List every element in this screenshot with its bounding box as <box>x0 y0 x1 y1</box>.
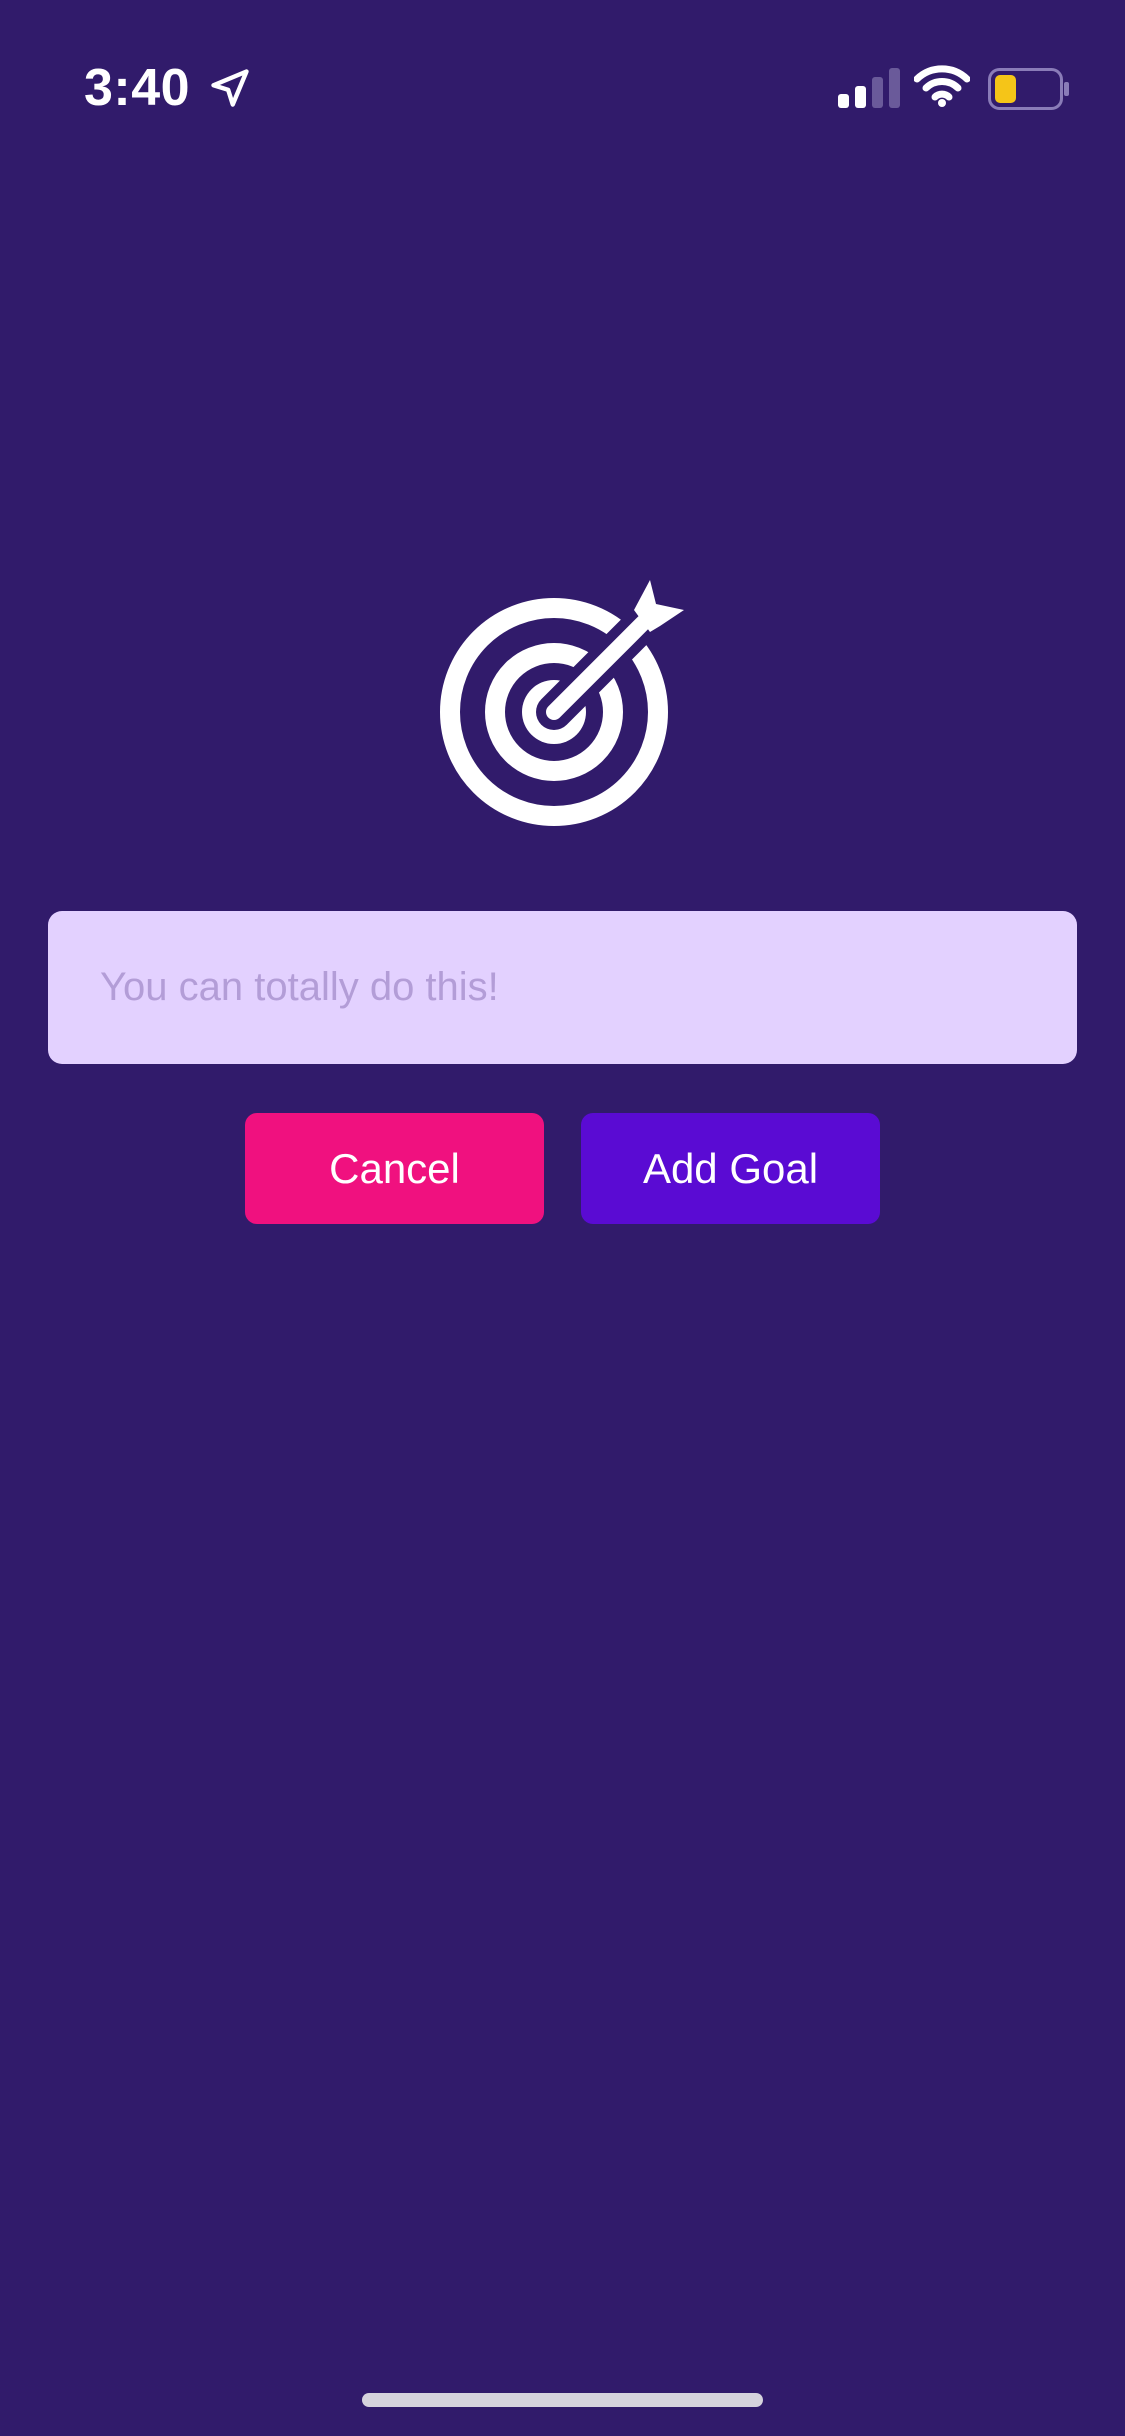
goal-input[interactable] <box>48 911 1077 1064</box>
status-time: 3:40 <box>84 59 191 117</box>
status-bar: 3:40 <box>0 0 1125 176</box>
location-arrow-icon <box>211 69 249 107</box>
add-goal-button[interactable]: Add Goal <box>581 1113 880 1224</box>
battery-level-fill <box>995 75 1016 103</box>
wifi-icon <box>914 65 970 107</box>
home-indicator <box>362 2393 763 2407</box>
battery-icon <box>988 68 1069 110</box>
target-with-arrow-icon <box>440 580 684 826</box>
cancel-button[interactable]: Cancel <box>245 1113 544 1224</box>
cellular-signal-icon <box>838 68 900 108</box>
